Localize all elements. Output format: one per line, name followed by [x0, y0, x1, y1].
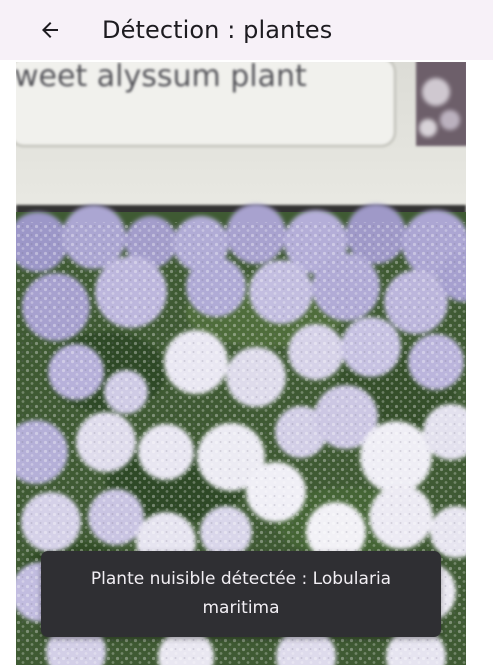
detection-snackbar: Plante nuisible détectée : Lobularia mar… — [41, 551, 441, 637]
sign-text: weet alyssum plant — [16, 62, 307, 94]
arrow-back-icon — [42, 22, 58, 38]
back-button[interactable] — [33, 13, 67, 47]
snackbar-message: Plante nuisible détectée : Lobularia mar… — [90, 569, 392, 618]
app-bar: Détection : plantes — [0, 0, 493, 60]
page-title: Détection : plantes — [102, 16, 333, 44]
